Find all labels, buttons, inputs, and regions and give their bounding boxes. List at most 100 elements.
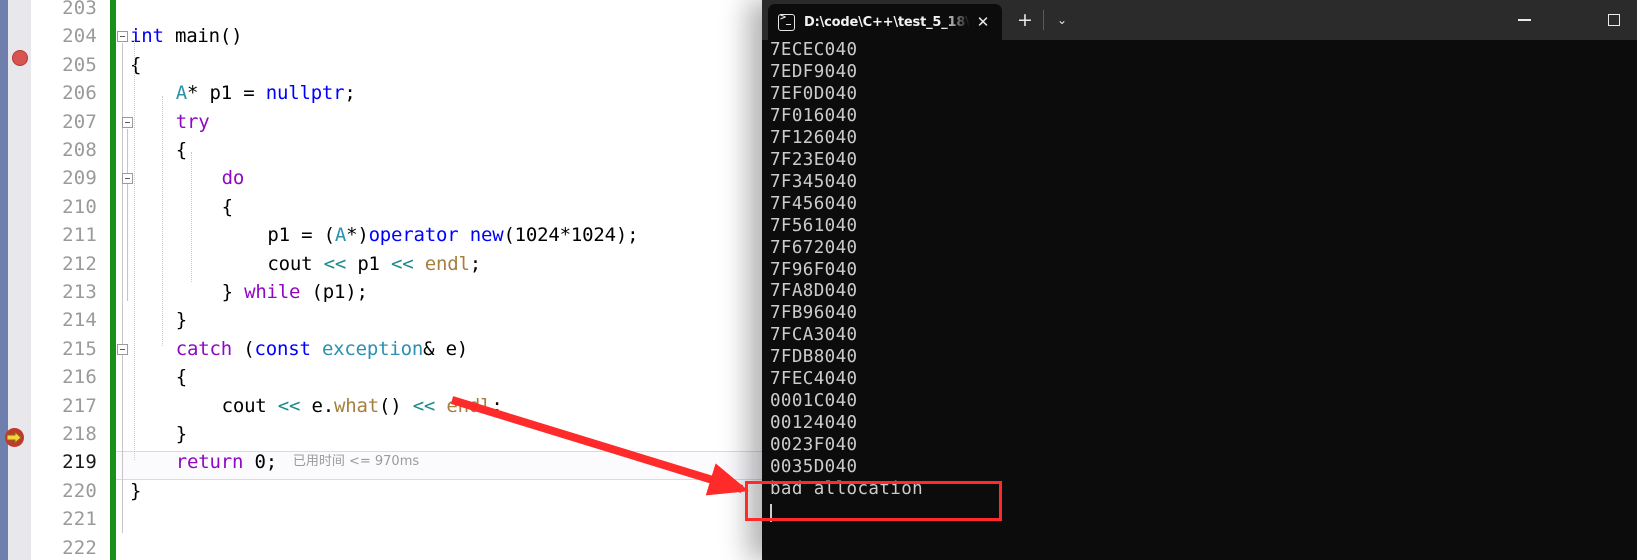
terminal-window[interactable]: D:\code\C++\test_5_18\Debug ✕ + ⌄ 7ECEC0…: [762, 0, 1637, 560]
code-token: <<: [323, 252, 347, 275]
code-token: * p1 =: [187, 82, 266, 105]
code-line[interactable]: cout << e.what() << endl;: [222, 392, 503, 420]
code-line[interactable]: {: [176, 363, 187, 391]
maximize-button[interactable]: [1591, 0, 1637, 40]
terminal-output-line: 7FDB8040: [770, 347, 858, 368]
breakpoint-icon[interactable]: [12, 50, 28, 66]
code-line[interactable]: do: [222, 164, 245, 192]
code-editor-pane[interactable]: 203 204 205 206 207 208 209 210 211 212 213 214 215 2…: [0, 0, 790, 560]
fold-toggle-icon[interactable]: [122, 173, 133, 185]
code-token: nullptr: [265, 82, 345, 105]
fold-region-line: [127, 185, 128, 272]
code-token: {: [221, 195, 233, 218]
elapsed-time-annotation: 已用时间 <= 970ms: [292, 454, 420, 470]
code-line[interactable]: p1 = (A*)operator new(1024*1024);: [267, 221, 638, 249]
terminal-output-line: 7F23E040: [770, 149, 858, 170]
editor-code-area[interactable]: int main(){A* p1 = nullptr; try{do{p1 = (…: [116, 0, 790, 560]
code-token: p1: [346, 252, 392, 275]
code-line[interactable]: {: [130, 51, 141, 79]
terminal-title-bar[interactable]: D:\code\C++\test_5_18\Debug ✕ + ⌄: [762, 0, 1637, 40]
code-token: try: [175, 110, 210, 133]
maximize-icon: [1608, 14, 1620, 26]
line-number: 208: [62, 139, 97, 161]
code-line[interactable]: }: [130, 477, 141, 505]
line-number: 220: [62, 479, 97, 502]
code-token: & e): [423, 337, 469, 360]
code-token: endl: [424, 252, 470, 275]
code-token: ;: [344, 82, 356, 105]
terminal-output-line: 0023F040: [770, 435, 858, 456]
editor-indicator-strip: [0, 0, 8, 560]
code-token: exception: [321, 337, 424, 360]
code-line[interactable]: int main(): [130, 22, 243, 50]
terminal-output-line: 7FB96040: [770, 303, 858, 324]
code-line[interactable]: }: [176, 420, 187, 448]
code-token: p1 = (: [267, 224, 335, 247]
line-number: 218: [62, 423, 97, 445]
terminal-output-line: 7F96F040: [770, 259, 858, 280]
new-tab-button[interactable]: +: [1011, 6, 1039, 34]
code-token: A: [175, 82, 188, 105]
code-token: (: [232, 337, 255, 360]
terminal-output-line: 7ECEC040: [770, 40, 858, 60]
code-line[interactable]: return 0;: [176, 448, 277, 476]
terminal-tab[interactable]: D:\code\C++\test_5_18\Debug ✕: [768, 4, 1002, 40]
code-line[interactable]: {: [176, 136, 187, 164]
minimize-icon: [1517, 19, 1531, 21]
screenshot-root: 203 204 205 206 207 208 209 210 211 212 213 214 215 2…: [0, 0, 1637, 560]
code-token: return: [175, 451, 244, 474]
code-line[interactable]: {: [222, 193, 233, 221]
execution-pointer-icon: [5, 428, 24, 447]
code-line[interactable]: try: [176, 108, 210, 136]
code-line[interactable]: cout << p1 << endl;: [267, 250, 481, 278]
console-icon: [778, 12, 795, 31]
code-token: <<: [412, 394, 436, 417]
code-token: ;: [491, 394, 503, 417]
code-line[interactable]: catch (const exception& e): [176, 335, 468, 363]
chevron-down-icon[interactable]: ⌄: [1049, 6, 1075, 34]
code-token: ;: [469, 252, 481, 275]
editor-glyph-margin[interactable]: [8, 0, 31, 560]
line-number: 204: [62, 25, 97, 48]
code-line[interactable]: }: [176, 306, 187, 334]
fold-toggle-icon[interactable]: [122, 116, 133, 128]
code-token: e.: [300, 394, 335, 417]
line-number: 219: [62, 451, 97, 474]
code-token: (1024*1024);: [503, 224, 639, 247]
code-token: <<: [277, 394, 301, 417]
terminal-output-line: 0035D040: [770, 457, 858, 478]
code-token: }: [130, 479, 142, 502]
code-token: what: [334, 394, 379, 417]
fold-toggle-icon[interactable]: [117, 343, 128, 355]
terminal-output-line: 7F456040: [770, 193, 858, 214]
line-number: 209: [62, 167, 97, 190]
terminal-output-line: 7F016040: [770, 105, 858, 126]
terminal-output-line: 7FEC4040: [770, 369, 858, 390]
code-token: }: [175, 423, 188, 445]
code-line[interactable]: A* p1 = nullptr;: [176, 79, 356, 107]
line-number: 211: [62, 224, 97, 247]
terminal-output-line: 7EF0D040: [770, 83, 858, 104]
minimize-button[interactable]: [1501, 0, 1547, 40]
code-token: }: [175, 309, 188, 332]
code-token: 0;: [243, 451, 277, 474]
line-number: 217: [62, 394, 97, 417]
close-icon[interactable]: ✕: [970, 9, 996, 35]
toolbar-divider: [1043, 10, 1044, 30]
terminal-output-line: 0001C040: [770, 391, 858, 412]
terminal-output-line: 7F345040: [770, 171, 858, 192]
code-token: endl: [446, 394, 492, 417]
code-token: (p1);: [300, 281, 368, 303]
terminal-output-line: 7F126040: [770, 127, 858, 148]
code-token: *): [346, 224, 369, 247]
code-line[interactable]: } while (p1);: [222, 278, 368, 306]
fold-toggle-icon[interactable]: [117, 31, 128, 43]
line-number: 205: [62, 53, 97, 76]
terminal-output-line: 7F672040: [770, 237, 858, 258]
terminal-output[interactable]: 7ECEC040 7EDF9040 7EF0D040 7F016040 7F126040…: [762, 40, 1637, 560]
terminal-output-line: 00124040: [770, 413, 858, 434]
indent-guide: [162, 96, 163, 346]
